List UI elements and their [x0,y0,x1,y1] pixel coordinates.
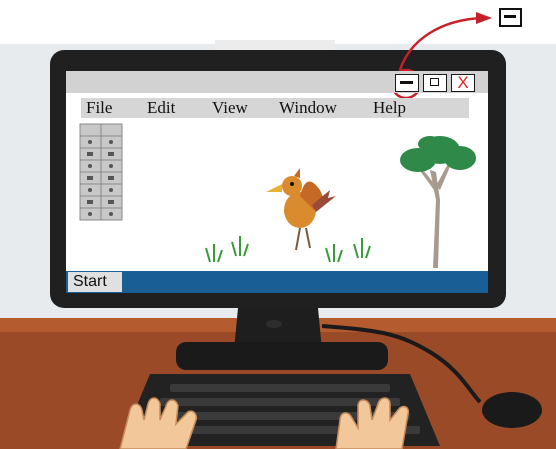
minimize-callout-icon [499,8,522,27]
taskbar [66,271,488,293]
minimize-icon [400,81,413,84]
tool-palette [79,123,123,221]
close-button[interactable]: X [451,74,475,92]
menu-file[interactable]: File [86,98,112,118]
menu-window[interactable]: Window [279,98,337,118]
mouse [482,392,542,428]
monitor-logo [266,320,282,328]
maximize-icon [430,78,439,86]
maximize-button[interactable] [423,74,447,92]
menu-view[interactable]: View [212,98,248,118]
menu-bar: File Edit View Window Help [81,98,469,118]
minimize-button[interactable] [395,74,419,92]
menu-help[interactable]: Help [373,98,406,118]
start-button[interactable]: Start [68,272,122,292]
minimize-icon [504,15,516,18]
monitor-stand-base [176,342,388,370]
illustration [0,0,556,449]
menu-edit[interactable]: Edit [147,98,175,118]
